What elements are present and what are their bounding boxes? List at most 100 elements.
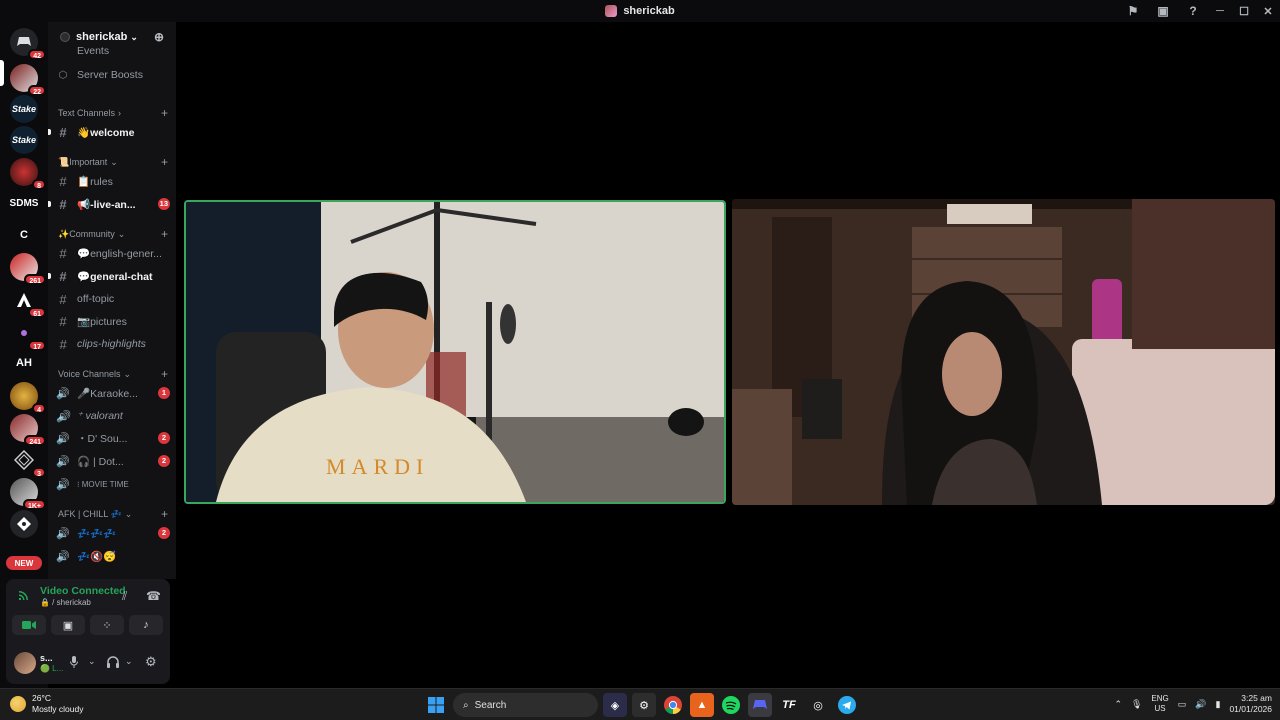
telegram-icon[interactable] <box>835 693 859 717</box>
speaker-icon: 🔊 <box>56 387 70 400</box>
avatar[interactable] <box>14 652 36 674</box>
server-icon-c[interactable]: C <box>10 221 38 249</box>
channel-off-topic[interactable]: # off-topic <box>54 289 170 309</box>
add-channel-icon[interactable]: + <box>161 227 168 241</box>
category-voice-channels[interactable]: Voice Channels ⌄ + <box>58 367 170 381</box>
voice-channel-karaoke[interactable]: 🔊 🎤Karaoke... 1 <box>54 383 170 403</box>
weather-widget[interactable]: 26°C Mostly cloudy <box>10 693 84 715</box>
server-badge: 22 <box>28 85 46 96</box>
microphone-tray-icon[interactable]: 🎙 <box>1131 699 1142 710</box>
headphones-icon[interactable] <box>107 656 119 671</box>
sidebar-item-events[interactable]: Events <box>54 44 170 58</box>
voice-channel-dot[interactable]: 🔊 🎧 | Dot... 2 <box>54 451 170 471</box>
connection-signal-icon[interactable] <box>18 589 30 604</box>
app-icon-circle[interactable]: ◎ <box>806 693 830 717</box>
server-icon-7[interactable]: 261 <box>10 253 46 285</box>
server-icon-stake-1[interactable]: Stake <box>10 95 38 123</box>
voice-status-text[interactable]: Video Connected <box>40 585 126 597</box>
category-text-channels[interactable]: Text Channels › + <box>58 106 170 120</box>
app-icon-1[interactable]: ◈ <box>603 693 627 717</box>
inbox-icon[interactable]: ⚑ <box>1118 0 1148 22</box>
channel-english-general[interactable]: # 💬english-gener... <box>54 243 170 263</box>
hash-icon: # <box>59 291 67 307</box>
screen-share-icon[interactable]: ▣ <box>1148 0 1178 22</box>
voice-channel-afk-1[interactable]: 🔊 💤💤💤 2 <box>54 523 170 543</box>
add-channel-icon[interactable]: + <box>161 507 168 521</box>
chevron-down-icon: ⌄ <box>124 508 133 519</box>
server-badge: 241 <box>24 435 46 446</box>
chrome-icon[interactable] <box>661 693 685 717</box>
channel-general-chat[interactable]: # 💬general-chat <box>54 266 170 286</box>
chevron-down-icon: ⌄ <box>110 156 118 167</box>
video-tile-participant[interactable] <box>732 199 1275 505</box>
add-channel-icon[interactable]: + <box>161 155 168 169</box>
invite-icon[interactable]: ⊕ <box>154 30 164 44</box>
chevron-down-icon[interactable]: ⌄ <box>125 656 133 667</box>
channel-rules[interactable]: # 📋rules <box>54 171 170 191</box>
channel-welcome[interactable]: # 👋welcome <box>54 122 170 142</box>
voice-channel-afk-2[interactable]: 🔊 💤🔇😴 <box>54 546 170 566</box>
voice-channel-name[interactable]: 🔒 / sherickab <box>40 598 91 607</box>
server-icon-13[interactable]: 3 <box>10 446 46 478</box>
discover-icon[interactable] <box>10 510 38 538</box>
server-icon-ah[interactable]: AH <box>10 349 38 377</box>
unread-indicator <box>48 273 51 279</box>
category-afk-chill[interactable]: AFK | CHILL 💤 ⌄ + <box>58 507 170 521</box>
spotify-icon[interactable] <box>719 693 743 717</box>
channel-live-announcements[interactable]: # 📢-live-an... 13 <box>54 194 170 214</box>
microphone-icon[interactable] <box>70 656 78 671</box>
chevron-down-icon: ⌄ <box>117 228 126 239</box>
camera-button[interactable] <box>12 615 46 635</box>
tray-overflow-icon[interactable]: ⌃ <box>1114 699 1122 710</box>
dm-badge: 42 <box>28 49 46 60</box>
settings-icon[interactable]: ⚙ <box>145 654 157 670</box>
noise-suppression-icon[interactable]: ⫽ <box>122 589 127 604</box>
help-icon[interactable]: ? <box>1178 0 1208 22</box>
chevron-down-icon[interactable]: ⌄ <box>88 656 96 667</box>
category-community[interactable]: ✨Community ⌄ + <box>58 227 170 241</box>
server-boost-icon <box>60 32 70 42</box>
battery-icon[interactable]: ▮ <box>1216 699 1221 710</box>
app-icon-orange[interactable]: ▲ <box>690 693 714 717</box>
clock[interactable]: 3:25 am 01/01/2026 <box>1229 693 1272 715</box>
voice-channel-movie-time[interactable]: 🔊 ⁝ MOVIE TIME <box>54 474 170 494</box>
server-icon-11[interactable]: 4 <box>10 382 46 414</box>
new-badge[interactable]: NEW <box>6 556 42 570</box>
server-name: sherickab <box>76 31 128 43</box>
maximize-button[interactable]: ☐ <box>1232 0 1256 22</box>
channel-pictures[interactable]: # 📷pictures <box>54 311 170 331</box>
language-indicator[interactable]: ENG US <box>1151 694 1168 714</box>
volume-icon[interactable]: 🔊 <box>1195 699 1206 710</box>
direct-messages-icon[interactable]: 42 <box>10 28 46 60</box>
disconnect-icon[interactable]: ☎ <box>146 589 161 603</box>
activities-button[interactable]: ⁘ <box>90 615 124 635</box>
windows-start-icon[interactable] <box>424 693 448 717</box>
svg-text:MARDI: MARDI <box>326 454 429 479</box>
app-icon-tf[interactable]: TF <box>777 693 801 717</box>
minimize-button[interactable]: ─ <box>1208 0 1232 22</box>
discord-taskbar-icon[interactable] <box>748 693 772 717</box>
settings-app-icon[interactable]: ⚙ <box>632 693 656 717</box>
add-channel-icon[interactable]: + <box>161 367 168 381</box>
category-important[interactable]: 📜Important ⌄ + <box>58 155 170 169</box>
server-icon-8[interactable]: 61 <box>10 286 46 318</box>
add-channel-icon[interactable]: + <box>161 106 168 120</box>
voice-channel-valorant[interactable]: 🔊 ⁺ valorant <box>54 406 170 426</box>
server-icon-14[interactable]: 1K+ <box>10 478 46 510</box>
server-icon-4[interactable]: 8 <box>10 158 46 190</box>
close-button[interactable]: ✕ <box>1256 0 1280 22</box>
server-icon-12[interactable]: 241 <box>10 414 46 446</box>
server-icon-9[interactable]: 17 <box>10 319 46 351</box>
voice-channel-d-sou[interactable]: 🔊 ・D' Sou... 2 <box>54 428 170 448</box>
server-badge: 4 <box>32 403 46 414</box>
channel-clips-highlights[interactable]: # clips-highlights <box>54 334 170 354</box>
sidebar-item-server-boosts[interactable]: ⬡ Server Boosts <box>54 65 170 85</box>
server-icon-1[interactable]: 22 <box>10 64 46 96</box>
network-icon[interactable]: ▭ <box>1178 699 1187 710</box>
server-icon-sdms[interactable]: SDMS <box>6 189 42 217</box>
video-tile-speaking[interactable]: MARDI <box>184 200 726 504</box>
soundboard-button[interactable]: ♪ <box>129 615 163 635</box>
screen-share-button[interactable]: ▣ <box>51 615 85 635</box>
taskbar-search[interactable]: ⌕ Search <box>453 693 598 717</box>
server-icon-stake-2[interactable]: Stake <box>10 126 38 154</box>
